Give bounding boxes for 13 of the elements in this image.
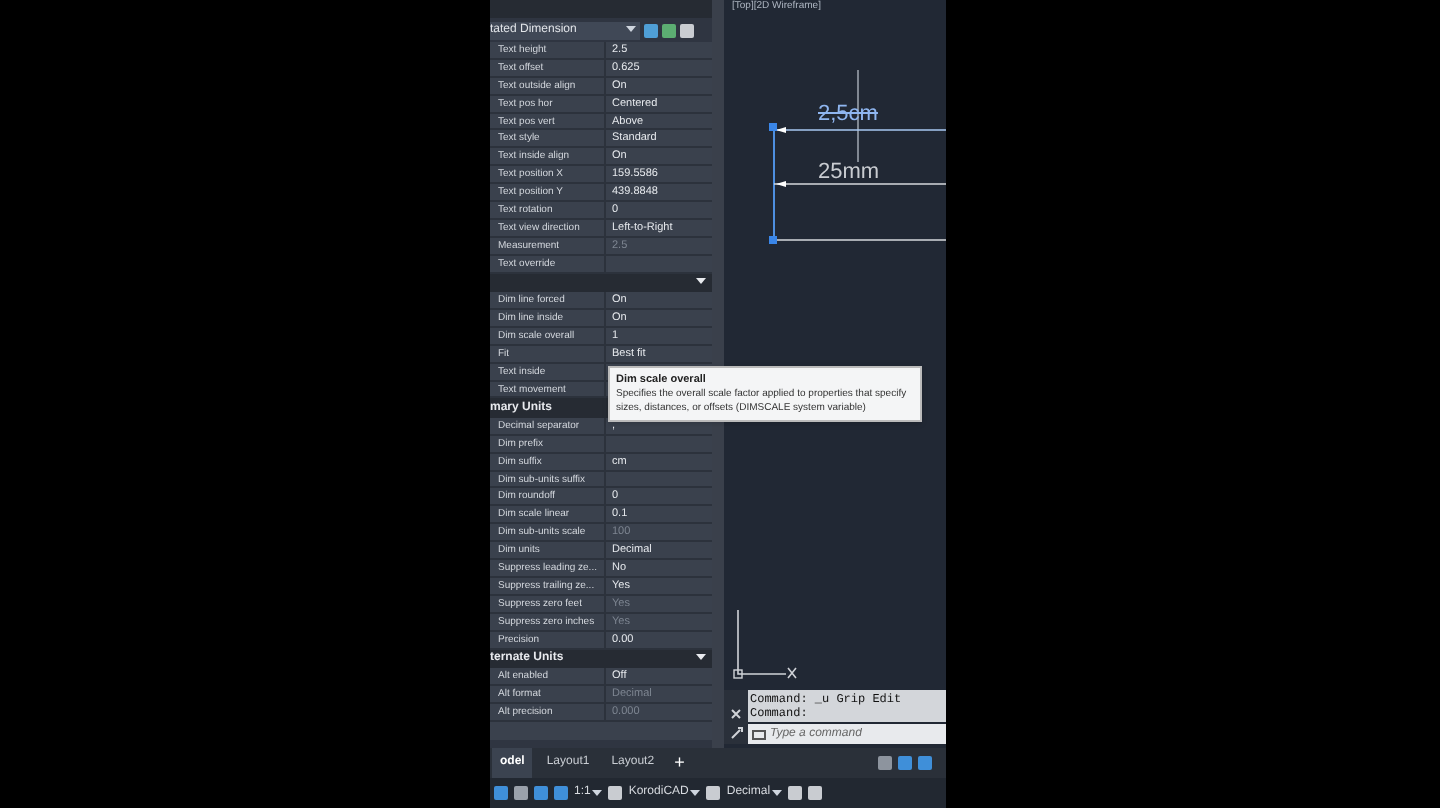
caret-icon: [690, 789, 701, 797]
caret-icon: [696, 278, 706, 287]
caret-icon: [592, 789, 603, 797]
ucs-icon: [730, 610, 798, 682]
caret-icon: [626, 26, 636, 34]
caret-icon: [772, 789, 783, 797]
dimension-text: 25mm: [818, 162, 880, 184]
add-layout-button[interactable]: +: [668, 754, 691, 772]
wrench-icon[interactable]: [729, 726, 743, 740]
close-icon[interactable]: [730, 708, 742, 720]
command-icon[interactable]: [752, 729, 766, 739]
caret-icon: [696, 654, 706, 663]
dimension-text: 2,5cm: [818, 104, 878, 126]
